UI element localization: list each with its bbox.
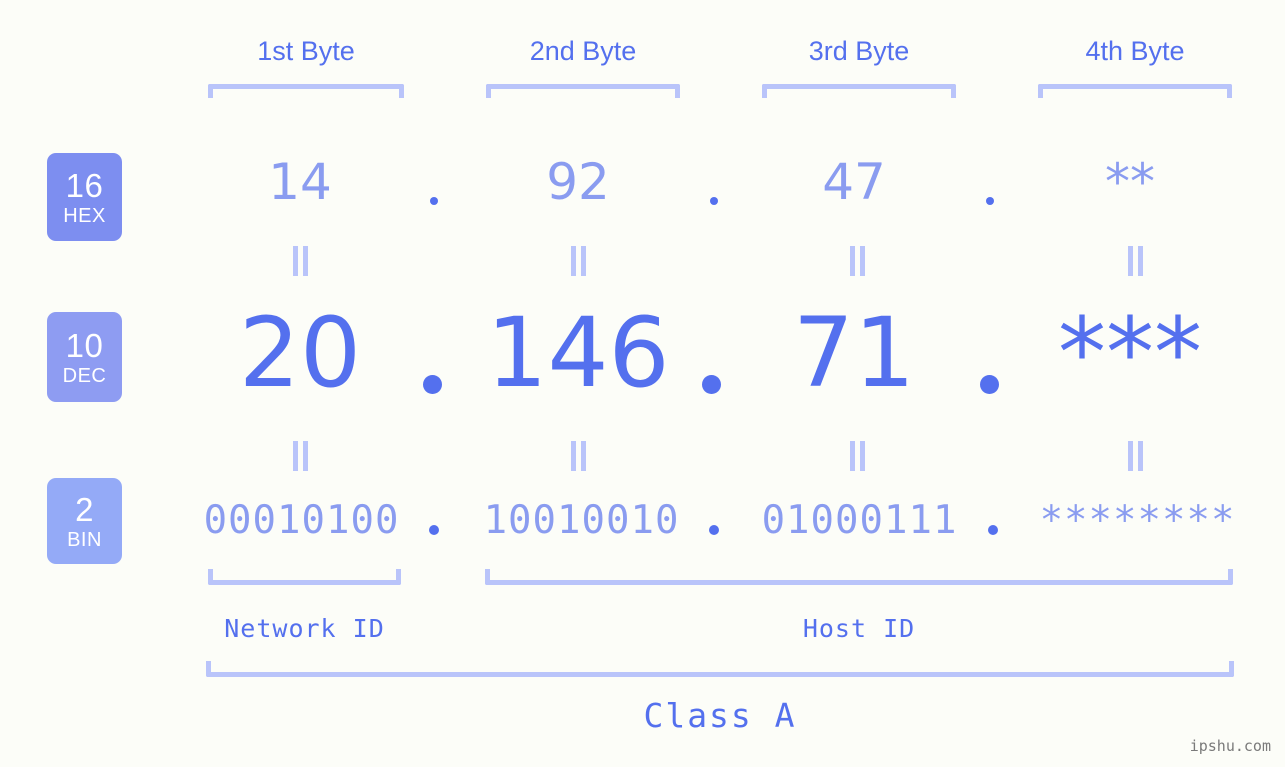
dec-byte-2: 146 <box>486 297 670 409</box>
bin-separator-3 <box>988 525 998 535</box>
bin-byte-2: 10010010 <box>483 498 680 543</box>
badge-hex-number: 16 <box>65 166 104 204</box>
bin-separator-2 <box>709 525 719 535</box>
hex-byte-4: ** <box>1105 153 1155 211</box>
equals-connector-dec-bin-4 <box>1127 441 1144 471</box>
equals-connector-hex-dec-2 <box>570 246 587 276</box>
badge-hex: 16 HEX <box>47 153 122 241</box>
hex-byte-1: 14 <box>268 153 332 211</box>
byte-header-3: 3rd Byte <box>808 36 910 66</box>
equals-connector-hex-dec-3 <box>849 246 866 276</box>
equals-connector-dec-bin-2 <box>570 441 587 471</box>
class-bracket <box>206 661 1234 677</box>
hex-separator-2 <box>710 197 718 205</box>
byte-header-4: 4th Byte <box>1085 36 1185 66</box>
dec-separator-3 <box>980 375 999 394</box>
hex-separator-3 <box>986 197 994 205</box>
site-watermark: ipshu.com <box>1189 737 1271 755</box>
badge-dec-label: DEC <box>62 364 107 387</box>
byte-header-2: 2nd Byte <box>529 36 637 66</box>
byte-bracket-top-1 <box>208 84 404 98</box>
badge-bin-label: BIN <box>67 528 102 551</box>
equals-connector-dec-bin-3 <box>849 441 866 471</box>
dec-separator-1 <box>423 375 442 394</box>
badge-dec: 10 DEC <box>47 312 122 402</box>
badge-dec-number: 10 <box>65 326 104 364</box>
host-id-bracket <box>485 569 1233 585</box>
hex-byte-2: 92 <box>546 153 610 211</box>
dec-byte-1: 20 <box>238 297 362 409</box>
bin-byte-4: ******** <box>1039 498 1236 543</box>
badge-bin: 2 BIN <box>47 478 122 564</box>
bin-byte-3: 01000111 <box>761 498 958 543</box>
host-id-label: Host ID <box>802 614 916 643</box>
equals-connector-hex-dec-1 <box>292 246 309 276</box>
equals-connector-dec-bin-1 <box>292 441 309 471</box>
dec-separator-2 <box>702 375 721 394</box>
byte-bracket-top-2 <box>486 84 680 98</box>
byte-bracket-top-3 <box>762 84 956 98</box>
network-id-label: Network ID <box>224 614 385 643</box>
class-label: Class A <box>643 696 797 735</box>
equals-connector-hex-dec-4 <box>1127 246 1144 276</box>
byte-bracket-top-4 <box>1038 84 1232 98</box>
badge-bin-number: 2 <box>75 490 94 528</box>
hex-byte-3: 47 <box>822 153 886 211</box>
dec-byte-4: *** <box>1058 297 1202 409</box>
bin-separator-1 <box>429 525 439 535</box>
dec-byte-3: 71 <box>792 297 916 409</box>
hex-separator-1 <box>430 197 438 205</box>
bin-byte-1: 00010100 <box>203 498 400 543</box>
badge-hex-label: HEX <box>63 204 106 227</box>
ip-breakdown-diagram: 1st Byte 2nd Byte 3rd Byte 4th Byte 16 H… <box>0 0 1285 767</box>
network-id-bracket <box>208 569 401 585</box>
byte-header-1: 1st Byte <box>257 36 355 66</box>
